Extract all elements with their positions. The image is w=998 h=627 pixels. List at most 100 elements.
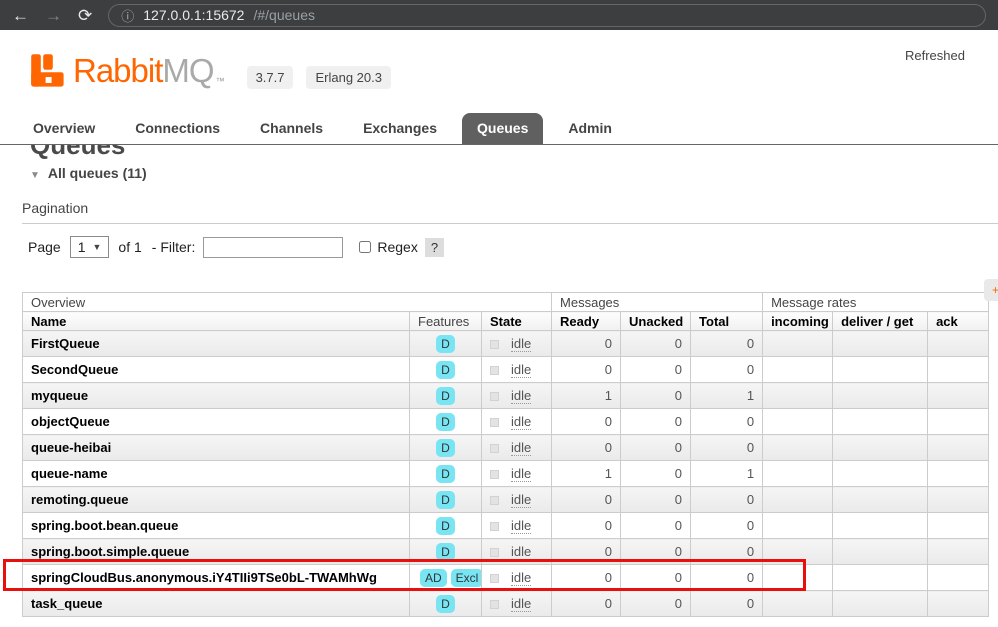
queue-rate-ack <box>928 513 989 539</box>
queue-rate-deliver-get <box>833 331 928 357</box>
queue-name-link[interactable]: springCloudBus.anonymous.iY4TIIi9TSe0bL-… <box>23 565 410 591</box>
queue-rate-deliver-get <box>833 513 928 539</box>
page-number-select[interactable]: 1 ▼ <box>70 236 110 258</box>
queue-name-link[interactable]: FirstQueue <box>23 331 410 357</box>
queue-name-link[interactable]: task_queue <box>23 591 410 617</box>
column-header-unacked[interactable]: Unacked <box>621 312 691 331</box>
feature-badge-ad: AD <box>420 569 447 587</box>
masthead: RabbitMQ ™ 3.7.7 Erlang 20.3 Refreshed <box>0 30 998 104</box>
column-header-features: Features <box>410 312 482 331</box>
logo-wordmark[interactable]: RabbitMQ <box>73 52 214 90</box>
column-header-name[interactable]: Name <box>23 312 410 331</box>
tab-connections[interactable]: Connections <box>120 113 235 144</box>
regex-label: Regex <box>377 239 417 255</box>
queue-name-link[interactable]: spring.boot.simple.queue <box>23 539 410 565</box>
queue-total: 1 <box>691 461 763 487</box>
rabbitmq-logo-icon[interactable] <box>30 53 66 89</box>
queue-rate-deliver-get <box>833 539 928 565</box>
queue-features: D <box>410 409 482 435</box>
regex-checkbox[interactable] <box>359 241 371 253</box>
queue-unacked: 0 <box>621 539 691 565</box>
queue-ready: 0 <box>552 487 621 513</box>
queue-rate-incoming <box>763 435 833 461</box>
queue-rate-deliver-get <box>833 591 928 617</box>
tab-queues[interactable]: Queues <box>462 113 543 144</box>
queue-unacked: 0 <box>621 461 691 487</box>
queue-state: idle <box>482 461 552 487</box>
queue-rate-incoming <box>763 539 833 565</box>
state-indicator-icon <box>490 548 499 557</box>
queue-rate-ack <box>928 331 989 357</box>
tab-overview[interactable]: Overview <box>18 113 110 144</box>
column-header-incoming[interactable]: incoming <box>763 312 833 331</box>
queues-table: Overview Messages Message rates Name Fea… <box>22 292 989 617</box>
feature-badge-d: D <box>436 543 455 561</box>
queue-state: idle <box>482 331 552 357</box>
queue-name-link[interactable]: spring.boot.bean.queue <box>23 513 410 539</box>
queue-name-link[interactable]: remoting.queue <box>23 487 410 513</box>
queue-rate-incoming <box>763 513 833 539</box>
table-row: spring.boot.simple.queue D idle 0 0 0 <box>23 539 989 565</box>
trademark-symbol: ™ <box>216 76 225 86</box>
regex-help-button[interactable]: ? <box>425 238 444 257</box>
queue-rate-incoming <box>763 383 833 409</box>
queue-unacked: 0 <box>621 409 691 435</box>
queue-total: 1 <box>691 383 763 409</box>
forward-icon[interactable]: → <box>45 7 62 24</box>
queue-total: 0 <box>691 409 763 435</box>
page-info-icon[interactable]: ⓘ <box>121 6 134 25</box>
tab-admin[interactable]: Admin <box>553 113 627 144</box>
column-header-total[interactable]: Total <box>691 312 763 331</box>
tab-channels[interactable]: Channels <box>245 113 338 144</box>
queue-features: D <box>410 357 482 383</box>
queue-unacked: 0 <box>621 487 691 513</box>
address-bar[interactable]: ⓘ 127.0.0.1:15672/#/queues <box>108 4 986 27</box>
queue-total: 0 <box>691 331 763 357</box>
queue-name-link[interactable]: queue-heibai <box>23 435 410 461</box>
queue-name-link[interactable]: SecondQueue <box>23 357 410 383</box>
table-row: spring.boot.bean.queue D idle 0 0 0 <box>23 513 989 539</box>
state-indicator-icon <box>490 574 499 583</box>
queue-rate-ack <box>928 461 989 487</box>
column-header-ready[interactable]: Ready <box>552 312 621 331</box>
feature-badge-d: D <box>436 595 455 613</box>
table-row-highlighted: springCloudBus.anonymous.iY4TIIi9TSe0bL-… <box>23 565 989 591</box>
queue-unacked: 0 <box>621 513 691 539</box>
feature-badge-d: D <box>436 361 455 379</box>
queue-unacked: 0 <box>621 565 691 591</box>
state-indicator-icon <box>490 600 499 609</box>
state-label: idle <box>511 466 531 482</box>
tab-exchanges[interactable]: Exchanges <box>348 113 452 144</box>
filter-input[interactable] <box>203 237 343 258</box>
queue-state: idle <box>482 565 552 591</box>
table-row: queue-name D idle 1 0 1 <box>23 461 989 487</box>
back-icon[interactable]: ← <box>12 7 29 24</box>
queue-rate-deliver-get <box>833 487 928 513</box>
column-selector-button[interactable]: +/- <box>984 279 998 301</box>
queue-rate-ack <box>928 435 989 461</box>
feature-badge-d: D <box>436 465 455 483</box>
url-host: 127.0.0.1:15672 <box>143 7 244 23</box>
state-indicator-icon <box>490 366 499 375</box>
queue-name-link[interactable]: myqueue <box>23 383 410 409</box>
pagination-divider <box>22 223 998 224</box>
queue-name-link[interactable]: objectQueue <box>23 409 410 435</box>
queue-name-link[interactable]: queue-name <box>23 461 410 487</box>
queue-rate-incoming <box>763 409 833 435</box>
state-indicator-icon <box>490 418 499 427</box>
filter-label: - Filter: <box>152 239 196 255</box>
feature-badge-d: D <box>436 413 455 431</box>
queue-features: D <box>410 513 482 539</box>
all-queues-toggle[interactable]: ▼All queues (11) <box>30 165 998 181</box>
feature-badge-d: D <box>436 335 455 353</box>
state-label: idle <box>511 518 531 534</box>
state-indicator-icon <box>490 444 499 453</box>
queue-features: D <box>410 591 482 617</box>
reload-icon[interactable]: ⟳ <box>78 7 92 24</box>
column-header-state[interactable]: State <box>482 312 552 331</box>
state-label: idle <box>511 570 531 586</box>
column-header-ack[interactable]: ack <box>928 312 989 331</box>
all-queues-label: All queues (11) <box>48 165 147 181</box>
queue-total: 0 <box>691 435 763 461</box>
column-header-deliver-get[interactable]: deliver / get <box>833 312 928 331</box>
